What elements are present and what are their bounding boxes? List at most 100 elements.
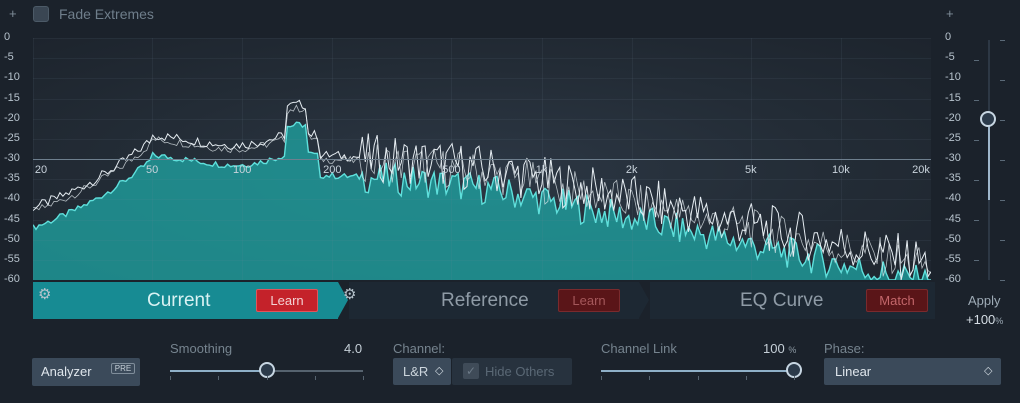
reference-learn-button[interactable]: Learn bbox=[558, 289, 620, 312]
db-label-right: -55 bbox=[945, 252, 961, 265]
smooth-tick bbox=[266, 376, 268, 380]
hide-others-toggle[interactable]: ✓ Hide Others bbox=[452, 358, 572, 385]
analyzer-pre-badge[interactable]: PRE bbox=[111, 363, 135, 374]
current-gear-icon[interactable]: ⚙ bbox=[38, 285, 51, 303]
frequency-label: 20k bbox=[912, 164, 930, 176]
apply-slider-fill bbox=[988, 120, 990, 200]
grid-line-h bbox=[33, 219, 931, 221]
apply-slider-knob[interactable] bbox=[980, 110, 996, 127]
channel-select[interactable]: L&R ◇ bbox=[393, 358, 451, 385]
db-label-right: -25 bbox=[945, 131, 961, 144]
apply-tick bbox=[974, 180, 979, 181]
hide-others-checkbox[interactable]: ✓ bbox=[463, 363, 479, 379]
channel-link-value: 100 % bbox=[763, 341, 797, 356]
grid-line-v bbox=[152, 38, 154, 280]
grid-line-v bbox=[451, 38, 453, 280]
current-learn-button[interactable]: Learn bbox=[256, 289, 318, 312]
channel-link-slider-fill bbox=[601, 370, 794, 372]
tab-current[interactable]: ⚙ Current Learn bbox=[33, 282, 338, 319]
grid-line-h bbox=[33, 199, 931, 201]
apply-tick bbox=[974, 220, 979, 221]
db-label-right: -30 bbox=[945, 152, 961, 164]
plus-right-icon: + bbox=[946, 6, 954, 21]
top-bar: + Fade Extremes + bbox=[0, 0, 1020, 30]
apply-tick bbox=[1000, 240, 1005, 241]
phase-label: Phase: bbox=[824, 341, 865, 356]
db-label-left: -30 bbox=[4, 152, 20, 164]
db-label-right: -5 bbox=[945, 51, 955, 64]
db-label-right: -60 bbox=[945, 273, 961, 285]
smoothing-slider-fill bbox=[170, 370, 267, 372]
apply-tick bbox=[1000, 40, 1005, 41]
grid-line-h bbox=[33, 159, 931, 160]
spectrum-plot[interactable]: 20 50 100 200 500 1k 2k 5k 10k 20k bbox=[33, 38, 931, 280]
apply-tick bbox=[1000, 280, 1005, 281]
apply-tick bbox=[974, 100, 979, 101]
db-label-left: -40 bbox=[4, 192, 20, 205]
smoothing-value: 4.0 bbox=[344, 341, 363, 356]
apply-tick bbox=[974, 260, 979, 261]
phase-value: Linear bbox=[835, 364, 872, 379]
link-tick bbox=[601, 376, 602, 380]
db-label-right: -10 bbox=[945, 71, 961, 84]
db-label-right: -50 bbox=[945, 232, 961, 245]
channel-link-label: Channel Link bbox=[601, 341, 677, 356]
apply-tick bbox=[974, 140, 979, 141]
db-label-left: -10 bbox=[4, 71, 20, 84]
db-label-left: -55 bbox=[4, 252, 20, 265]
grid-line-h bbox=[33, 38, 931, 39]
grid-line-h bbox=[33, 239, 931, 241]
match-button[interactable]: Match bbox=[866, 289, 928, 312]
smooth-tick bbox=[314, 376, 316, 380]
apply-tick bbox=[974, 60, 979, 61]
smooth-tick bbox=[363, 376, 364, 380]
link-tick bbox=[697, 376, 699, 380]
grid-line-h bbox=[33, 118, 931, 120]
link-tick bbox=[649, 376, 651, 380]
db-label-left: -5 bbox=[4, 51, 14, 64]
db-label-left: -60 bbox=[4, 273, 20, 285]
link-tick bbox=[794, 376, 795, 380]
db-label-left: -45 bbox=[4, 212, 20, 225]
tab-reference-arrow bbox=[639, 282, 649, 318]
db-label-right: 0 bbox=[945, 31, 952, 43]
grid-line-v bbox=[840, 38, 842, 280]
channel-label: Channel: bbox=[393, 341, 446, 356]
smooth-tick bbox=[218, 376, 220, 380]
db-label-left: 0 bbox=[4, 31, 11, 43]
smooth-tick bbox=[170, 376, 171, 380]
db-label-right: -35 bbox=[945, 172, 961, 185]
frequency-label: 20 bbox=[34, 164, 48, 176]
smoothing-label: Smoothing bbox=[170, 341, 233, 356]
analyzer-label: Analyzer bbox=[41, 364, 92, 379]
channel-value: L&R bbox=[403, 364, 429, 379]
fade-extremes-label: Fade Extremes bbox=[59, 6, 154, 22]
grid-line-v bbox=[242, 38, 244, 280]
grid-line-h bbox=[33, 98, 931, 100]
fade-extremes-checkbox[interactable] bbox=[33, 6, 49, 22]
db-label-left: -35 bbox=[4, 172, 20, 185]
phase-updown-icon: ◇ bbox=[984, 365, 993, 377]
grid-line-v bbox=[33, 38, 34, 280]
apply-tick bbox=[1000, 120, 1005, 121]
grid-line-v bbox=[541, 38, 543, 280]
grid-line-h bbox=[33, 78, 931, 80]
grid-line-h bbox=[33, 179, 931, 181]
db-label-right: -40 bbox=[945, 192, 961, 205]
channel-updown-icon: ◇ bbox=[435, 365, 444, 377]
db-label-right: -20 bbox=[945, 111, 961, 124]
grid-line-h bbox=[33, 259, 931, 261]
db-label-right: -15 bbox=[945, 91, 961, 104]
apply-value: +100% bbox=[966, 312, 1004, 327]
grid-line-v bbox=[631, 38, 633, 280]
phase-select[interactable]: Linear ◇ bbox=[824, 358, 1001, 385]
apply-tick bbox=[1000, 80, 1005, 81]
tab-current-label: Current bbox=[147, 290, 211, 311]
apply-tick bbox=[1000, 160, 1005, 161]
grid-line-h bbox=[33, 58, 931, 60]
db-label-right: -45 bbox=[945, 212, 961, 225]
grid-line-v bbox=[332, 38, 334, 280]
reference-gear-icon[interactable]: ⚙ bbox=[343, 285, 356, 303]
analyzer-button[interactable]: Analyzer PRE bbox=[32, 358, 140, 386]
plus-left-icon: + bbox=[9, 6, 17, 21]
